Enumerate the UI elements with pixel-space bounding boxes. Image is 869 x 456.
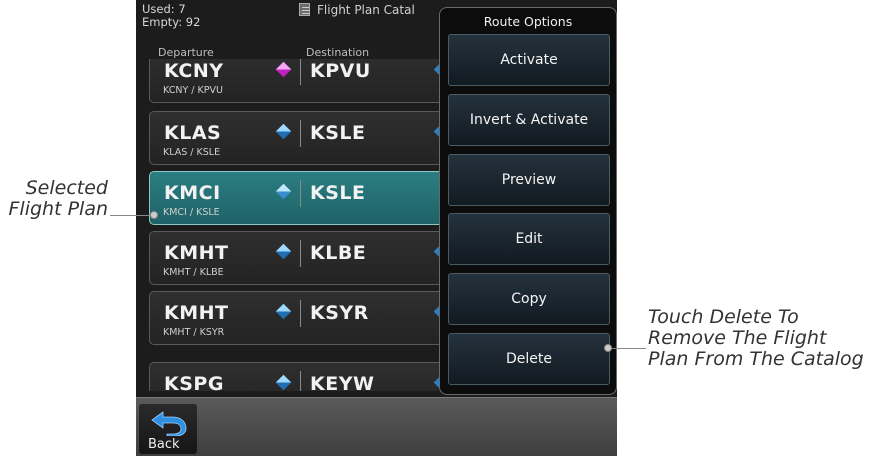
column-separator <box>300 120 301 147</box>
bottom-key-bar <box>136 397 617 456</box>
flight-plan-row-selected[interactable]: KMCI KSLE KMCI / KSLE <box>149 171 469 225</box>
waypoint-diamond-icon <box>275 61 292 78</box>
callout-text: Touch Delete To Remove The Flight Plan F… <box>648 306 864 370</box>
callout-leader-dot <box>150 211 158 219</box>
departure-airport: KMCI <box>164 182 221 204</box>
column-separator <box>300 371 301 391</box>
delete-callout: Touch Delete To Remove The Flight Plan F… <box>648 307 869 370</box>
back-label: Back <box>148 437 180 452</box>
route-summary: KMCI / KSLE <box>163 207 220 218</box>
route-summary: KMHT / KSYR <box>163 327 225 338</box>
waypoint-diamond-icon <box>275 183 292 200</box>
destination-airport: KSYR <box>310 302 369 324</box>
route-summary: KLAS / KSLE <box>163 147 221 158</box>
document-icon <box>299 3 310 16</box>
page-title-text: Flight Plan Catal <box>317 3 415 17</box>
flight-plan-row[interactable]: KCNY KPVU KCNY / KPVU <box>149 59 469 103</box>
departure-column-header: Departure <box>158 46 214 59</box>
callout-text: Selected Flight Plan <box>8 177 109 220</box>
departure-airport: KCNY <box>164 60 224 82</box>
waypoint-diamond-icon <box>275 374 292 391</box>
flight-plan-row[interactable]: KSPG KEYW <box>149 362 469 391</box>
empty-count: Empty: 92 <box>142 15 201 29</box>
route-options-popup: Route Options Activate Invert & Activate… <box>439 7 617 395</box>
delete-button[interactable]: Delete <box>448 333 610 385</box>
column-separator <box>300 180 301 207</box>
copy-button[interactable]: Copy <box>448 273 610 325</box>
departure-airport: KSPG <box>164 373 224 391</box>
gtn-screen: Used: 7 Empty: 92 Flight Plan Catal Depa… <box>136 0 617 456</box>
catalog-stats: Used: 7 Empty: 92 <box>142 3 200 29</box>
invert-activate-button[interactable]: Invert & Activate <box>448 94 610 146</box>
preview-button[interactable]: Preview <box>448 154 610 206</box>
column-separator <box>300 59 301 85</box>
destination-airport: KPVU <box>310 60 371 82</box>
waypoint-diamond-icon <box>275 123 292 140</box>
waypoint-diamond-icon <box>275 303 292 320</box>
route-summary: KCNY / KPVU <box>163 85 223 96</box>
destination-column-header: Destination <box>306 46 370 59</box>
callout-leader-dot <box>604 344 612 352</box>
activate-button[interactable]: Activate <box>448 34 610 86</box>
callout-leader-line <box>610 348 646 349</box>
back-button[interactable]: Back <box>139 404 197 454</box>
column-separator <box>300 240 301 267</box>
flight-plan-row[interactable]: KMHT KSYR KMHT / KSYR <box>149 291 469 345</box>
departure-airport: KMHT <box>164 242 229 264</box>
destination-airport: KLBE <box>310 242 367 264</box>
destination-airport: KSLE <box>310 122 366 144</box>
selected-plan-callout: Selected Flight Plan <box>0 177 109 220</box>
flight-plan-row[interactable]: KMHT KLBE KMHT / KLBE <box>149 231 469 285</box>
edit-button[interactable]: Edit <box>448 213 610 265</box>
flight-plan-list[interactable]: KCNY KPVU KCNY / KPVU KLAS KSLE KLAS / K… <box>149 59 479 391</box>
popup-title: Route Options <box>483 14 573 29</box>
callout-leader-line <box>110 215 154 216</box>
route-summary: KMHT / KLBE <box>163 267 224 278</box>
departure-airport: KMHT <box>164 302 229 324</box>
flight-plan-row[interactable]: KLAS KSLE KLAS / KSLE <box>149 111 469 165</box>
waypoint-diamond-icon <box>275 243 292 260</box>
destination-airport: KSLE <box>310 182 366 204</box>
page-title: Flight Plan Catal <box>299 3 415 17</box>
column-separator <box>300 300 301 327</box>
destination-airport: KEYW <box>310 373 375 391</box>
departure-airport: KLAS <box>164 122 222 144</box>
back-arrow-icon <box>151 411 187 436</box>
